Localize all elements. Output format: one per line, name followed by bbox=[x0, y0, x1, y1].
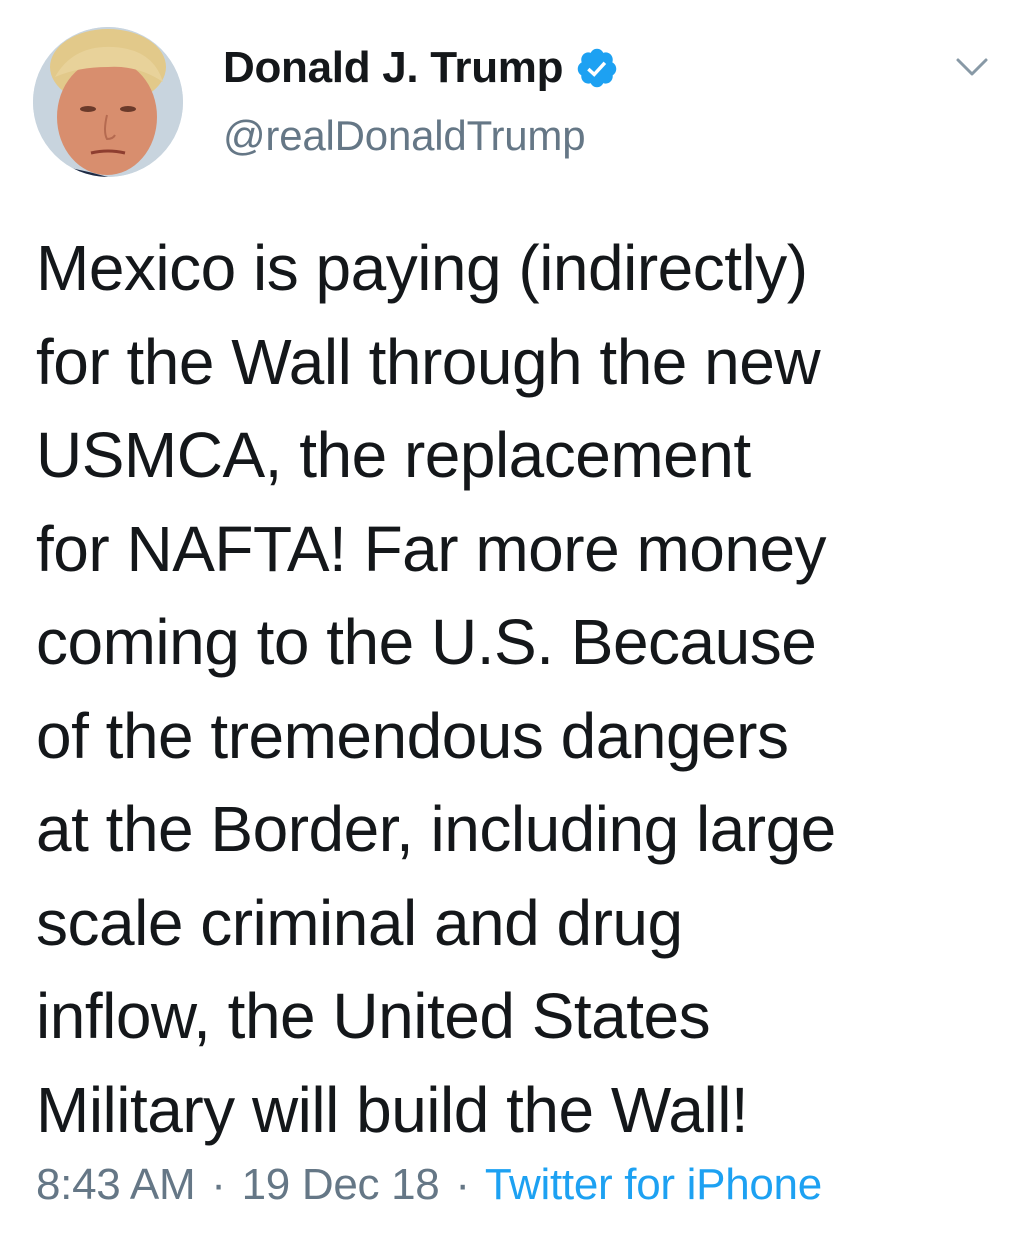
tweet-text-line: of the tremendous dangers bbox=[36, 699, 789, 772]
avatar[interactable] bbox=[33, 27, 183, 177]
verified-badge-icon bbox=[575, 46, 619, 90]
tweet-text-line: inflow, the United States bbox=[36, 980, 711, 1052]
tweet-text-line: Military will build the Wall! bbox=[36, 1073, 749, 1146]
tweet-text-line: coming to the U.S. Because bbox=[36, 606, 817, 678]
tweet-text: Mexico is paying (indirectly) for the Wa… bbox=[36, 222, 996, 1157]
tweet-text-line: for NAFTA! Far more money bbox=[36, 512, 827, 585]
avatar-image bbox=[33, 27, 183, 177]
author-handle[interactable]: @realDonaldTrump bbox=[223, 112, 586, 160]
tweet-text-line: USMCA, the replacement bbox=[36, 419, 751, 491]
display-name[interactable]: Donald J. Trump bbox=[223, 43, 564, 93]
tweet-time[interactable]: 8:43 AM bbox=[36, 1160, 196, 1209]
meta-separator: · bbox=[455, 1160, 470, 1209]
tweet-text-line: at the Border, including large bbox=[36, 793, 836, 865]
tweet: Donald J. Trump @realDonaldTrump Mexico … bbox=[0, 0, 1024, 1241]
tweet-text-line: Mexico is paying (indirectly) bbox=[36, 232, 808, 304]
author-row: Donald J. Trump bbox=[223, 38, 619, 98]
tweet-source-link[interactable]: Twitter for iPhone bbox=[485, 1160, 822, 1209]
tweet-metadata: 8:43 AM · 19 Dec 18 · Twitter for iPhone bbox=[36, 1160, 822, 1210]
chevron-down-icon[interactable] bbox=[952, 52, 992, 82]
tweet-date[interactable]: 19 Dec 18 bbox=[242, 1160, 440, 1209]
meta-separator: · bbox=[211, 1160, 226, 1209]
tweet-text-line: scale criminal and drug bbox=[36, 886, 683, 959]
tweet-text-line: for the Wall through the new bbox=[36, 325, 821, 398]
